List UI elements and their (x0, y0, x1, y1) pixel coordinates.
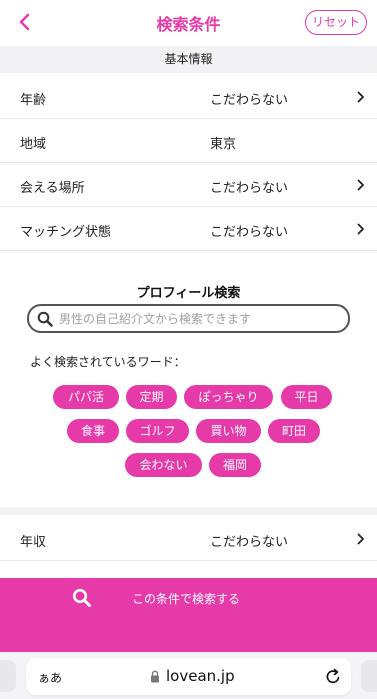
next-tab-edge[interactable] (361, 660, 377, 692)
chevron-right-icon (357, 179, 364, 191)
page-settings-button[interactable]: ぁあ (38, 669, 62, 686)
keyword-tag[interactable]: ぽっちゃり (184, 385, 273, 409)
section-header-basic-info: 基本情報 (0, 46, 377, 73)
address-bar[interactable]: ぁあ lovean.jp (26, 658, 351, 695)
filter-label: マッチング状態 (20, 225, 112, 240)
keyword-tag[interactable]: 会わない (125, 453, 202, 477)
keyword-tag[interactable]: 買い物 (196, 419, 261, 443)
filter-row-meeting-place[interactable]: 会える場所 こだわらない (0, 163, 377, 207)
lock-icon (151, 670, 159, 683)
browser-toolbar: ぁあ lovean.jp (0, 652, 377, 699)
chevron-right-icon (357, 223, 364, 235)
filter-row-age[interactable]: 年齢 こだわらない (0, 75, 377, 119)
filter-row-matching-status[interactable]: マッチング状態 こだわらない (0, 207, 377, 251)
keyword-tag[interactable]: 食事 (67, 419, 119, 443)
reset-button[interactable]: リセット (305, 10, 367, 35)
search-with-conditions-button[interactable]: この条件で検索する (0, 578, 377, 652)
header: 検索条件 リセット (0, 0, 377, 44)
previous-tab-edge[interactable] (0, 660, 16, 692)
keyword-tag[interactable]: 平日 (281, 385, 332, 409)
filter-label: 年齢 (20, 93, 47, 108)
filter-row-income[interactable]: 年収 こだわらない (0, 517, 377, 561)
search-button-label: この条件で検索する (132, 592, 241, 606)
profile-search-title: プロフィール検索 (136, 286, 241, 301)
reload-icon[interactable] (325, 668, 341, 685)
search-icon (37, 311, 53, 327)
filter-value: 東京 (210, 137, 237, 152)
profile-search-field[interactable] (27, 304, 350, 333)
chevron-right-icon (357, 91, 364, 103)
popular-keywords-label: よく検索されているワード： (30, 355, 186, 369)
chevron-right-icon (357, 533, 364, 545)
keyword-tag[interactable]: 福岡 (209, 453, 261, 477)
keyword-tag[interactable]: パパ活 (53, 385, 119, 409)
filter-value: こだわらない (210, 93, 289, 108)
keyword-tag[interactable]: 町田 (268, 419, 320, 443)
url-text: lovean.jp (166, 667, 235, 685)
section-divider (0, 507, 377, 515)
filter-label: 年収 (20, 535, 47, 550)
search-icon (72, 588, 91, 607)
filter-label: 地域 (20, 137, 47, 152)
profile-search-input[interactable] (59, 309, 344, 329)
filter-label: 会える場所 (20, 181, 85, 196)
keyword-tag[interactable]: 定期 (126, 385, 177, 409)
filter-value: こだわらない (210, 535, 289, 550)
filter-row-region[interactable]: 地域 東京 (0, 119, 377, 163)
filter-value: こだわらない (210, 181, 289, 196)
keyword-tag[interactable]: ゴルフ (126, 419, 189, 443)
filter-value: こだわらない (210, 225, 289, 240)
